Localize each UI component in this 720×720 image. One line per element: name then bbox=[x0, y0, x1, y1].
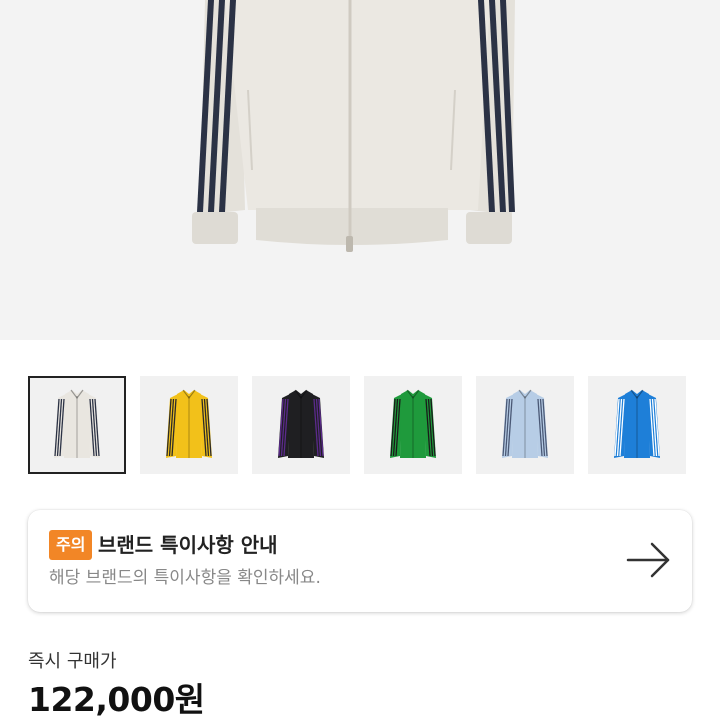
jacket-thumbnail-image bbox=[54, 389, 100, 458]
instant-buy-price: 122,000원 bbox=[28, 680, 205, 719]
notice-subtitle: 해당 브랜드의 특이사항을 확인하세요. bbox=[49, 568, 321, 588]
thumbnail-yellow[interactable] bbox=[140, 376, 238, 474]
jacket-illustration bbox=[192, 0, 515, 252]
thumbnail-light-blue[interactable] bbox=[476, 376, 574, 474]
instant-buy-label: 즉시 구매가 bbox=[28, 651, 117, 672]
thumbnail-blue[interactable] bbox=[588, 376, 686, 474]
jacket-thumbnail-image bbox=[166, 389, 212, 458]
arrow-right-icon[interactable] bbox=[626, 540, 672, 580]
color-thumbnail-list bbox=[28, 376, 692, 474]
thumbnail-black[interactable] bbox=[252, 376, 350, 474]
notice-title: 브랜드 특이사항 안내 bbox=[98, 533, 278, 557]
thumbnail-green[interactable] bbox=[364, 376, 462, 474]
jacket-thumbnail-image bbox=[502, 389, 548, 458]
jacket-thumbnail-image bbox=[390, 389, 436, 458]
thumbnail-off-white[interactable] bbox=[28, 376, 126, 474]
jacket-thumbnail-image bbox=[278, 389, 324, 458]
product-main-image[interactable] bbox=[0, 0, 720, 340]
jacket-thumbnail-image bbox=[614, 389, 660, 458]
notice-tag-badge: 주의 bbox=[49, 530, 93, 560]
brand-notice-card[interactable]: 주의 브랜드 특이사항 안내 해당 브랜드의 특이사항을 확인하세요. bbox=[28, 510, 692, 612]
